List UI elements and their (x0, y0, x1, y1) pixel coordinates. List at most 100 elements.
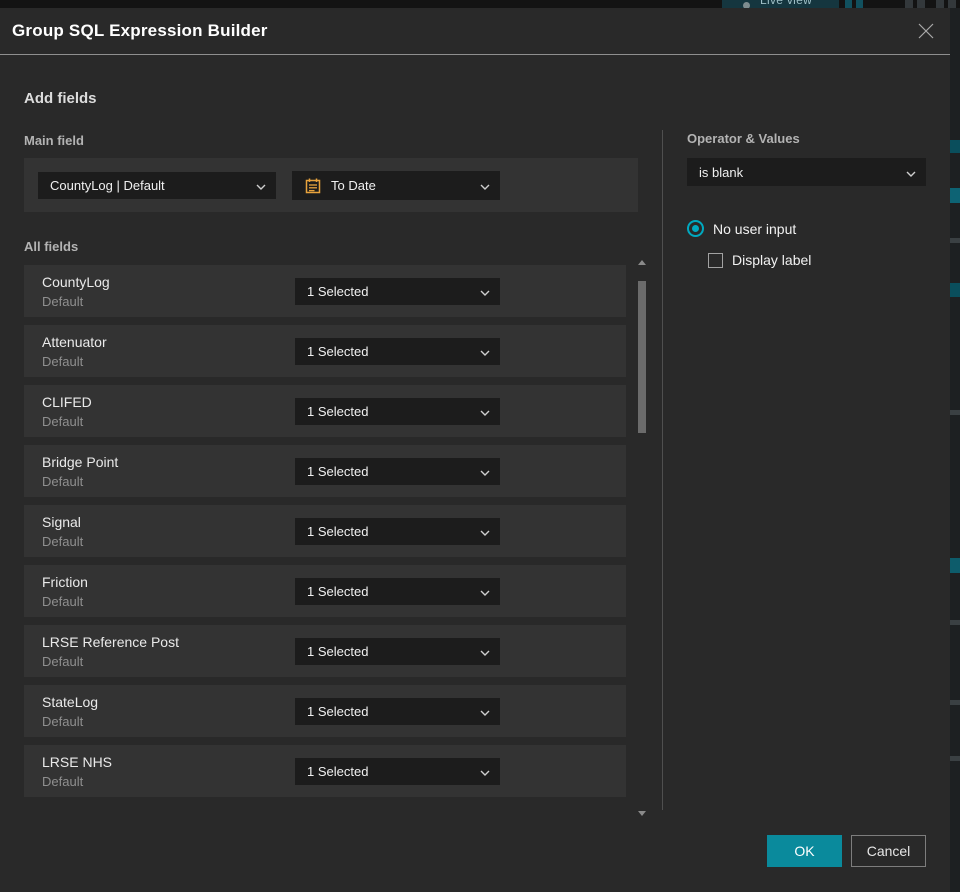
chevron-down-icon (480, 404, 490, 419)
field-sublabel: Default (42, 534, 84, 549)
field-selection-value: 1 Selected (307, 584, 369, 599)
field-selection-select[interactable]: 1 Selected (295, 278, 500, 305)
field-name: CLIFED (42, 394, 92, 410)
list-item: LRSE Reference Post Default 1 Selected (24, 625, 626, 677)
list-item: StateLog Default 1 Selected (24, 685, 626, 737)
close-icon[interactable] (916, 21, 936, 41)
panel-divider (662, 130, 663, 810)
field-selection-value: 1 Selected (307, 764, 369, 779)
field-selection-value: 1 Selected (307, 404, 369, 419)
chevron-down-icon (480, 584, 490, 599)
operator-select[interactable]: is blank (687, 158, 926, 186)
background-fragment (950, 188, 960, 203)
list-item: LRSE NHS Default 1 Selected (24, 745, 626, 797)
field-selection-value: 1 Selected (307, 344, 369, 359)
field-sublabel: Default (42, 714, 84, 729)
field-name: CountyLog (42, 274, 110, 290)
field-selection-select[interactable]: 1 Selected (295, 458, 500, 485)
checkbox-unchecked-icon (708, 252, 723, 268)
list-item: Signal Default 1 Selected (24, 505, 626, 557)
background-fragment (950, 410, 960, 415)
chevron-down-icon (480, 524, 490, 539)
list-item: Bridge Point Default 1 Selected (24, 445, 626, 497)
field-sublabel: Default (42, 654, 84, 669)
background-fragment (950, 283, 960, 297)
scrollbar-thumb[interactable] (638, 281, 646, 433)
chevron-down-icon (480, 764, 490, 779)
chevron-down-icon (480, 704, 490, 719)
toolbar-fragment-icon (948, 0, 956, 8)
chevron-down-icon (480, 178, 490, 193)
field-list: CountyLog Default 1 Selected Attenuator … (24, 265, 626, 805)
live-view-label: Live view (760, 0, 813, 7)
chevron-down-icon (480, 344, 490, 359)
dialog-header: Group SQL Expression Builder (0, 8, 950, 55)
toolbar-fragment-icon (856, 0, 863, 8)
toolbar-fragment-icon (905, 0, 913, 8)
field-selection-select[interactable]: 1 Selected (295, 518, 500, 545)
no-user-input-radio[interactable]: No user input (687, 220, 796, 237)
chevron-down-icon (256, 178, 266, 193)
list-item: CLIFED Default 1 Selected (24, 385, 626, 437)
group-sql-expression-builder-dialog: Group SQL Expression Builder Add fields … (0, 8, 950, 892)
background-fragment (950, 558, 960, 573)
background-fragment (950, 756, 960, 761)
field-name: StateLog (42, 694, 99, 710)
field-selection-select[interactable]: 1 Selected (295, 638, 500, 665)
chevron-down-icon (480, 464, 490, 479)
main-field-label: Main field (24, 133, 84, 148)
all-fields-label: All fields (24, 239, 79, 254)
display-label-text: Display label (732, 252, 812, 268)
background-app-top-strip: Live view (0, 0, 960, 8)
main-field-type-select[interactable]: To Date (292, 171, 500, 200)
field-sublabel: Default (42, 294, 84, 309)
field-selection-value: 1 Selected (307, 704, 369, 719)
field-sublabel: Default (42, 474, 84, 489)
main-field-select[interactable]: CountyLog | Default (38, 172, 276, 199)
field-name: Signal (42, 514, 81, 530)
toolbar-fragment-icon (845, 0, 852, 8)
cancel-button[interactable]: Cancel (851, 835, 926, 867)
toolbar-fragment-icon (936, 0, 944, 8)
field-sublabel: Default (42, 594, 84, 609)
field-selection-select[interactable]: 1 Selected (295, 398, 500, 425)
main-field-panel: CountyLog | Default To Date (24, 158, 638, 212)
operator-values-label: Operator & Values (687, 131, 800, 146)
scroll-down-arrow-icon[interactable] (638, 811, 646, 816)
list-item: CountyLog Default 1 Selected (24, 265, 626, 317)
chevron-down-icon (906, 165, 916, 180)
field-selection-value: 1 Selected (307, 284, 369, 299)
scroll-up-arrow-icon[interactable] (638, 260, 646, 265)
background-fragment (950, 238, 960, 243)
radio-selected-icon (687, 220, 704, 237)
chevron-down-icon (480, 284, 490, 299)
display-label-checkbox[interactable]: Display label (708, 252, 811, 268)
field-selection-select[interactable]: 1 Selected (295, 698, 500, 725)
field-name: Attenuator (42, 334, 107, 350)
field-name: LRSE NHS (42, 754, 113, 770)
field-name: LRSE Reference Post (42, 634, 179, 650)
ok-button[interactable]: OK (767, 835, 842, 867)
field-selection-value: 1 Selected (307, 644, 369, 659)
live-view-button: Live view (722, 0, 839, 8)
field-selection-select[interactable]: 1 Selected (295, 758, 500, 785)
list-item: Friction Default 1 Selected (24, 565, 626, 617)
screen: Live view Group SQL Expression Builder A… (0, 0, 960, 892)
field-name: Friction (42, 574, 88, 590)
list-item: Attenuator Default 1 Selected (24, 325, 626, 377)
field-sublabel: Default (42, 774, 84, 789)
add-fields-heading: Add fields (24, 90, 97, 107)
field-sublabel: Default (42, 354, 84, 369)
main-field-type-value: To Date (331, 178, 376, 193)
field-list-scrollbar (637, 258, 647, 816)
main-field-select-value: CountyLog | Default (50, 178, 165, 193)
no-user-input-label: No user input (713, 220, 797, 237)
field-selection-select[interactable]: 1 Selected (295, 578, 500, 605)
background-app-right-strip (950, 8, 960, 892)
field-selection-select[interactable]: 1 Selected (295, 338, 500, 365)
operator-select-value: is blank (699, 164, 744, 180)
field-selection-value: 1 Selected (307, 524, 369, 539)
field-selection-value: 1 Selected (307, 464, 369, 479)
chevron-down-icon (480, 644, 490, 659)
field-sublabel: Default (42, 414, 84, 429)
